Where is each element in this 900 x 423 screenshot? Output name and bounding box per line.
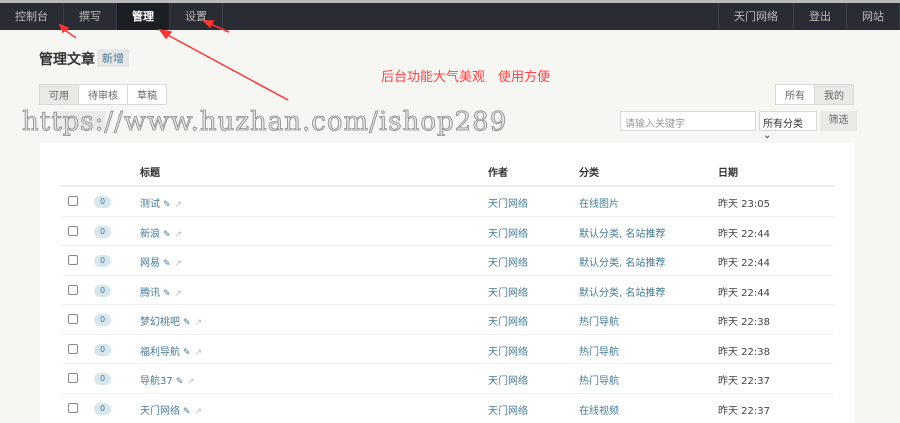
annotation-arrows xyxy=(58,20,289,101)
